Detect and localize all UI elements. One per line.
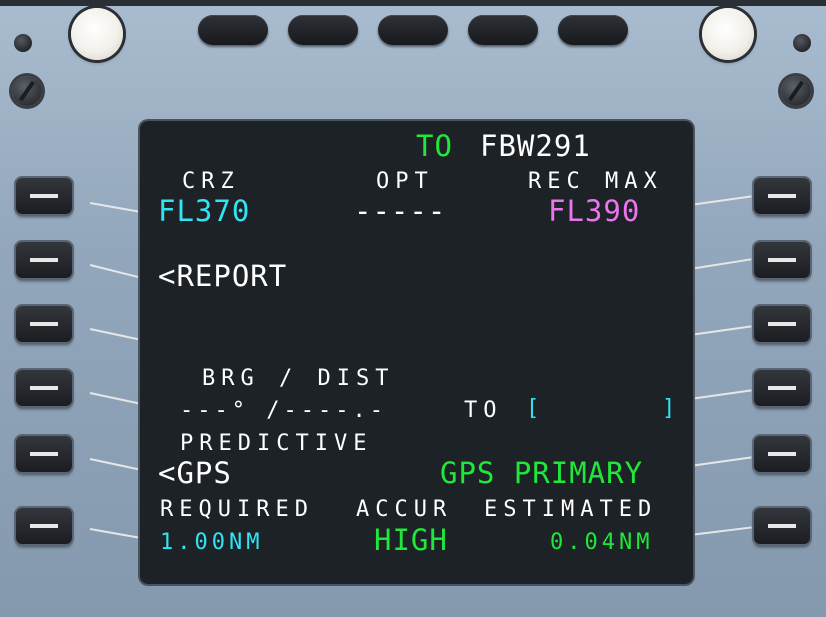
accur-label: ACCUR [356, 497, 453, 522]
brg-dist-label: BRG / DIST [202, 366, 395, 391]
flight-number: FBW291 [480, 129, 591, 163]
estimated-value: 0.04NM [550, 530, 654, 555]
lsk-1l[interactable] [16, 178, 72, 214]
opt-label: OPT [376, 169, 434, 194]
fail-annunciator-light [71, 8, 123, 60]
report-prompt[interactable]: <REPORT [158, 262, 287, 291]
lsk-3l[interactable] [16, 306, 72, 342]
lsk-2l[interactable] [16, 242, 72, 278]
predictive-label: PREDICTIVE [180, 431, 373, 456]
lsk-5l[interactable] [16, 436, 72, 472]
right-knob-icon [793, 34, 811, 52]
top-button-4[interactable] [468, 15, 538, 45]
accur-value: HIGH [374, 523, 448, 557]
required-label: REQUIRED [160, 497, 314, 522]
required-value[interactable]: 1.00NM [160, 532, 263, 554]
mcdu-display: TO FBW291 CRZ OPT REC MAX FL370 ----- FL… [140, 121, 693, 584]
top-button-1[interactable] [198, 15, 268, 45]
opt-value: ----- [354, 194, 447, 228]
to-bracket-open[interactable]: [ [526, 398, 545, 420]
lsk-dash-icon [30, 386, 58, 390]
crz-value: FL370 [158, 194, 251, 228]
gps-status: GPS PRIMARY [440, 456, 644, 490]
lsk-dash-icon [30, 258, 58, 262]
lsk-6r[interactable] [754, 508, 810, 544]
lsk-1r[interactable] [754, 178, 810, 214]
lsk-dash-icon [30, 524, 58, 528]
fm-annunciator-light [702, 8, 754, 60]
lsk-4l[interactable] [16, 370, 72, 406]
top-button-3[interactable] [378, 15, 448, 45]
left-knob-icon [14, 34, 32, 52]
lsk-dash-icon [768, 452, 796, 456]
rec-max-label: REC MAX [528, 169, 663, 194]
lsk-dash-icon [30, 452, 58, 456]
to-label: TO [464, 398, 503, 423]
top-button-5[interactable] [558, 15, 628, 45]
brg-dist-value: ---° /----.- [180, 398, 387, 423]
lsk-5r[interactable] [754, 436, 810, 472]
gps-prompt[interactable]: <GPS [158, 459, 232, 488]
lsk-dash-icon [768, 524, 796, 528]
crz-label: CRZ [182, 169, 240, 194]
left-screw-icon [12, 76, 42, 106]
lsk-2r[interactable] [754, 242, 810, 278]
lsk-dash-icon [768, 322, 796, 326]
lsk-6l[interactable] [16, 508, 72, 544]
lsk-3r[interactable] [754, 306, 810, 342]
top-frame [0, 0, 826, 6]
lsk-dash-icon [30, 322, 58, 326]
lsk-dash-icon [768, 386, 796, 390]
estimated-label: ESTIMATED [484, 497, 658, 522]
rec-max-value: FL390 [548, 194, 641, 228]
right-screw-icon [781, 76, 811, 106]
lsk-dash-icon [768, 194, 796, 198]
lsk-4r[interactable] [754, 370, 810, 406]
top-button-2[interactable] [288, 15, 358, 45]
to-bracket-close[interactable]: ] [662, 398, 681, 420]
lsk-dash-icon [30, 194, 58, 198]
lsk-dash-icon [768, 258, 796, 262]
title-prefix: TO [416, 129, 453, 163]
